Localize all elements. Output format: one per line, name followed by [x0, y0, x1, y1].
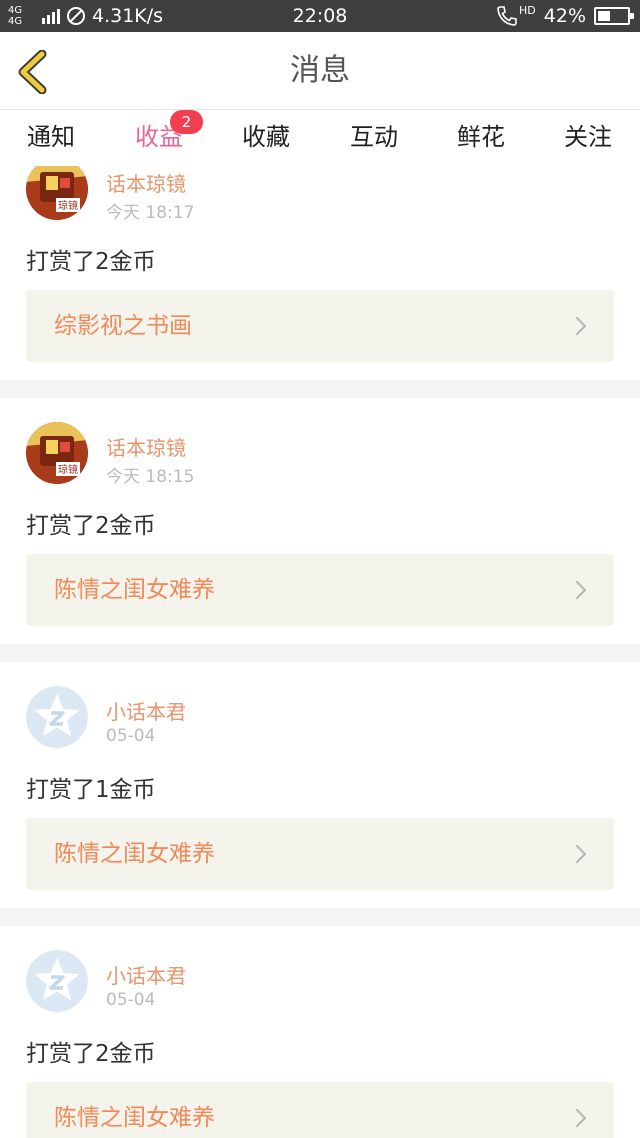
tab-label: 收藏 [242, 123, 290, 151]
message-card: 小话本君 05-04 打赏了1金币 陈情之闺女难养 [0, 662, 640, 908]
unread-badge: 2 [170, 110, 203, 134]
message-text: 打赏了2金币 [26, 1041, 156, 1067]
page-title: 消息 [290, 53, 350, 88]
status-bar: 4G 4G 4.31K/s 22:08 HD 42% [0, 0, 640, 32]
battery-fill [598, 11, 610, 21]
message-card: 琼镜 话本琼镜 今天 18:17 打赏了2金币 综影视之书画 [0, 166, 640, 380]
star-avatar-icon [26, 950, 88, 1012]
svg-text:琼镜: 琼镜 [58, 463, 78, 476]
svg-text:琼镜: 琼镜 [58, 199, 78, 212]
message-card: 琼镜 话本琼镜 今天 18:15 打赏了2金币 陈情之闺女难养 [0, 398, 640, 644]
book-title: 综影视之书画 [54, 313, 192, 339]
nav-header: 消息 [0, 32, 640, 110]
battery-icon [594, 7, 634, 25]
user-name[interactable]: 小话本君 [106, 960, 186, 989]
chevron-right-icon [575, 844, 587, 864]
book-title: 陈情之闺女难养 [54, 1105, 215, 1131]
artwork-avatar-icon: 琼镜 [26, 166, 88, 220]
book-title: 陈情之闺女难养 [54, 577, 215, 603]
message-time: 今天 18:17 [106, 203, 195, 223]
user-name[interactable]: 话本琼镜 [106, 432, 186, 461]
tab-earnings[interactable]: 收益 2 [119, 110, 203, 172]
phone-icon [497, 6, 517, 26]
tab-bar: 通知 收益 2 收藏 互动 鲜花 关注 [0, 110, 640, 172]
book-link[interactable]: 陈情之闺女难养 [26, 1082, 614, 1138]
tab-interaction[interactable]: 互动 [334, 122, 414, 152]
message-text: 打赏了2金币 [26, 513, 156, 539]
messages-screen: 4G 4G 4.31K/s 22:08 HD 42% 消息 通知 收益 2 收藏… [0, 0, 640, 1138]
message-time: 05-04 [106, 990, 156, 1010]
message-text: 打赏了1金币 [26, 777, 156, 803]
message-card: 小话本君 05-04 打赏了2金币 陈情之闺女难养 [0, 926, 640, 1138]
chevron-right-icon [575, 1108, 587, 1128]
tab-label: 通知 [27, 123, 75, 151]
chevron-right-icon [575, 316, 587, 336]
tab-following[interactable]: 关注 [548, 122, 628, 152]
star-avatar-icon [26, 686, 88, 748]
message-list[interactable]: 琼镜 话本琼镜 今天 18:17 打赏了2金币 综影视之书画 琼镜 话本琼镜 今… [0, 166, 640, 1138]
chevron-right-icon [575, 580, 587, 600]
tab-flowers[interactable]: 鲜花 [441, 122, 521, 152]
book-link[interactable]: 综影视之书画 [26, 290, 614, 362]
user-avatar[interactable] [26, 686, 88, 748]
user-avatar[interactable] [26, 950, 88, 1012]
tab-label: 关注 [564, 123, 612, 151]
book-link[interactable]: 陈情之闺女难养 [26, 818, 614, 890]
hd-label: HD [519, 4, 536, 17]
book-link[interactable]: 陈情之闺女难养 [26, 554, 614, 626]
tab-label: 鲜花 [457, 123, 505, 151]
user-avatar[interactable]: 琼镜 [26, 166, 88, 220]
battery-percent: 42% [543, 5, 586, 27]
message-time: 05-04 [106, 726, 156, 746]
user-avatar[interactable]: 琼镜 [26, 422, 88, 484]
artwork-avatar-icon: 琼镜 [26, 422, 88, 484]
tab-label: 互动 [350, 123, 398, 151]
tab-favorites[interactable]: 收藏 [226, 122, 306, 152]
user-name[interactable]: 小话本君 [106, 696, 186, 725]
message-time: 今天 18:15 [106, 467, 195, 487]
message-text: 打赏了2金币 [26, 249, 156, 275]
book-title: 陈情之闺女难养 [54, 841, 215, 867]
tab-notifications[interactable]: 通知 [11, 122, 91, 152]
user-name[interactable]: 话本琼镜 [106, 168, 186, 197]
